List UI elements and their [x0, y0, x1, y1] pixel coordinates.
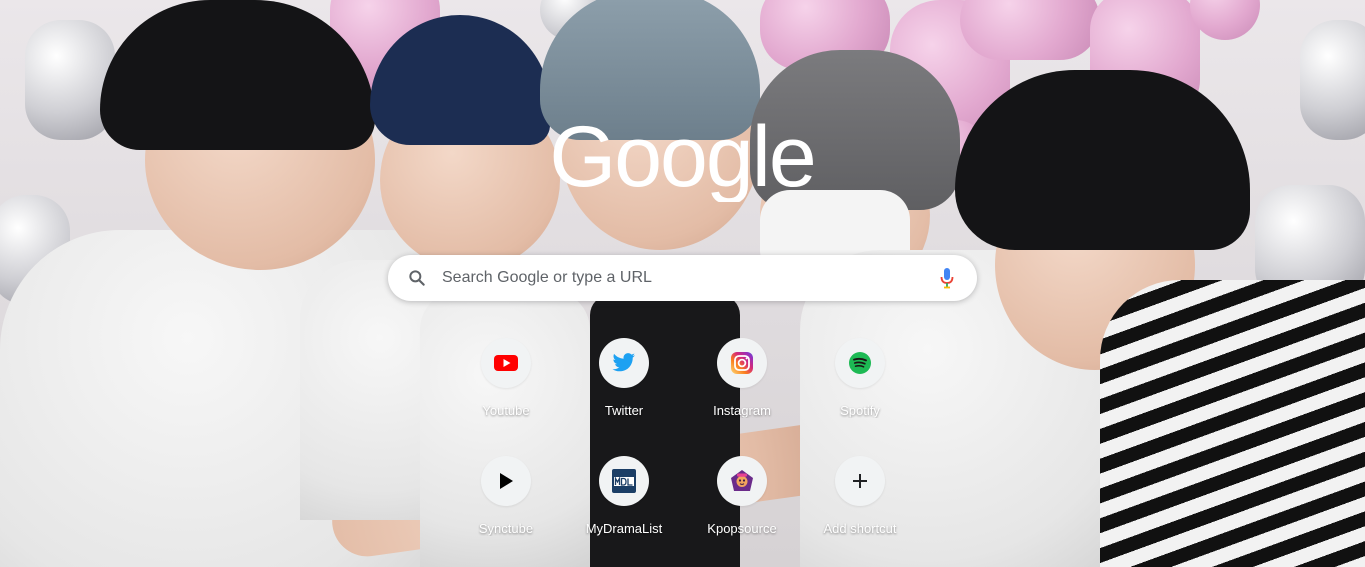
new-tab-page: Google Search Google or type a URL Youtu…	[0, 0, 1365, 567]
shortcut-label: Add shortcut	[823, 521, 897, 536]
twitter-icon	[612, 353, 635, 372]
shortcut-twitter[interactable]: Twitter	[565, 336, 683, 448]
add-shortcut-button[interactable]: Add shortcut	[801, 454, 919, 566]
shortcut-icon-container	[481, 338, 531, 388]
shortcut-label: Kpopsource	[707, 521, 777, 536]
shortcut-icon-container	[481, 456, 531, 506]
search-input[interactable]: Search Google or type a URL	[442, 269, 939, 287]
shortcut-icon-container	[717, 338, 767, 388]
shortcut-kpopsource[interactable]: Kpopsource	[683, 454, 801, 566]
plus-icon	[853, 474, 867, 488]
shortcut-label: MyDramaList	[585, 521, 663, 536]
shortcut-label: Spotify	[840, 403, 880, 418]
mydramalist-icon	[612, 469, 636, 493]
shortcut-label: Youtube	[482, 403, 530, 418]
shortcut-instagram[interactable]: Instagram	[683, 336, 801, 448]
shortcut-icon-container	[599, 456, 649, 506]
shortcut-spotify[interactable]: Spotify	[801, 336, 919, 448]
search-box[interactable]: Search Google or type a URL	[388, 255, 977, 301]
shortcut-icon-container	[835, 338, 885, 388]
shortcut-icon-container	[599, 338, 649, 388]
shortcut-icon-container	[717, 456, 767, 506]
search-icon	[409, 270, 425, 286]
google-logo-text: Google	[549, 112, 814, 202]
shortcut-label: Instagram	[713, 403, 771, 418]
google-logo: Google	[540, 112, 825, 202]
play-icon	[500, 473, 513, 489]
shortcut-mydramalist[interactable]: MyDramaList	[565, 454, 683, 566]
youtube-icon	[494, 355, 518, 371]
shortcut-synctube[interactable]: Synctube	[447, 454, 565, 566]
kpopsource-icon	[731, 470, 753, 491]
shortcut-label: Twitter	[604, 403, 644, 418]
shortcut-icon-container	[835, 456, 885, 506]
instagram-icon	[731, 352, 753, 374]
shortcut-label: Synctube	[478, 521, 534, 536]
shortcut-youtube[interactable]: Youtube	[447, 336, 565, 448]
mic-icon[interactable]	[939, 267, 955, 289]
spotify-icon	[849, 352, 871, 374]
